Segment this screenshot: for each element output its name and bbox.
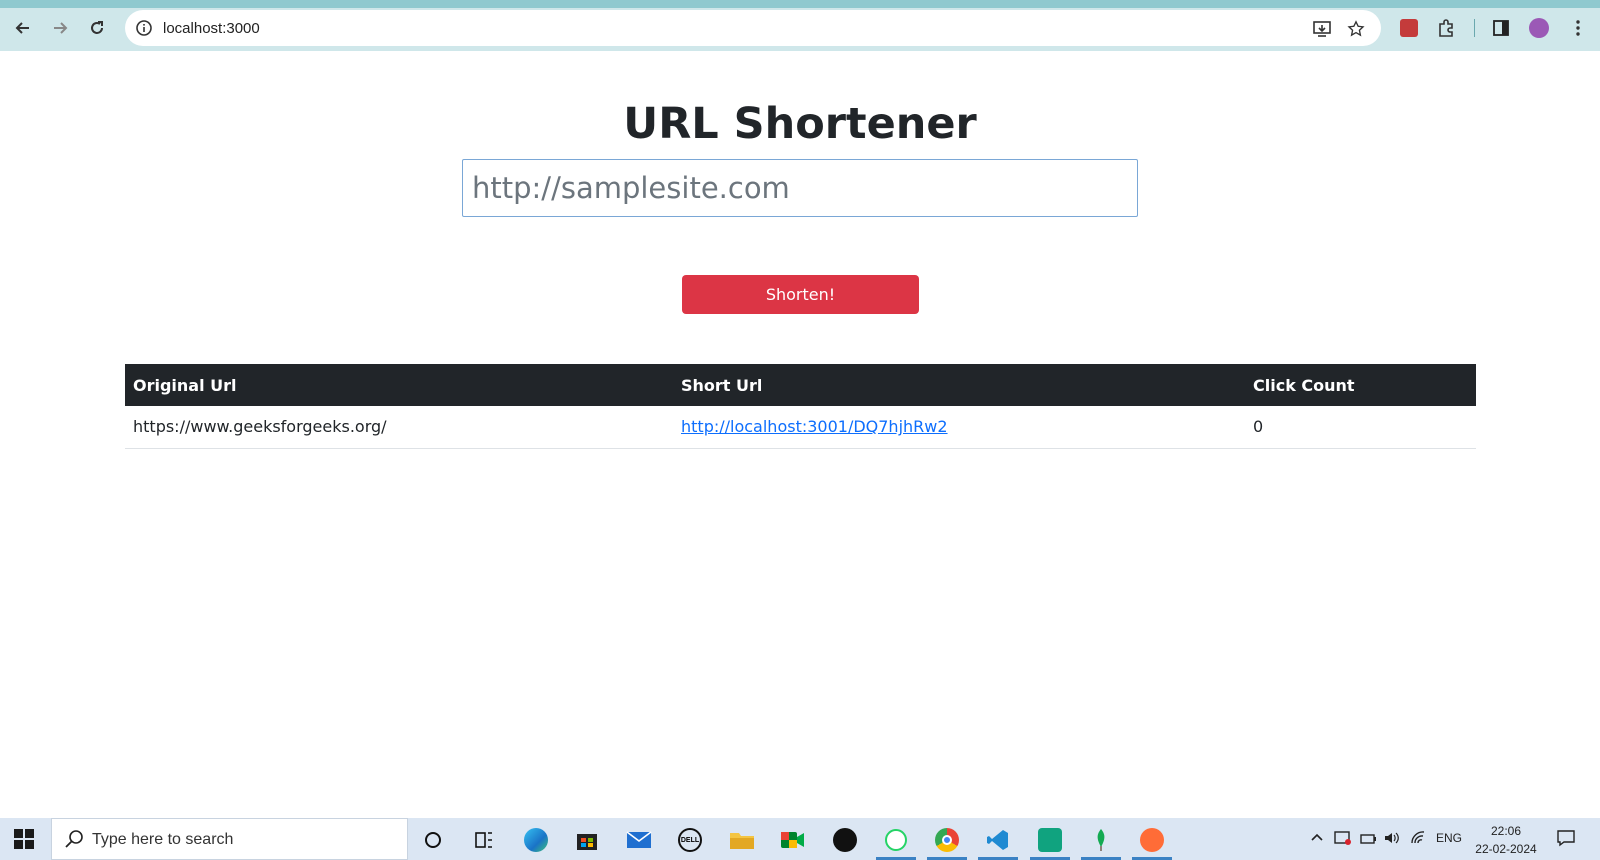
search-icon	[64, 829, 86, 851]
reload-icon[interactable]	[85, 16, 109, 40]
volume-icon[interactable]	[1383, 830, 1401, 849]
table-row: https://www.geeksforgeeks.org/ http://lo…	[125, 406, 1476, 449]
column-header-short-url: Short Url	[673, 364, 1245, 406]
file-explorer-icon[interactable]	[727, 825, 757, 855]
edge-browser-icon[interactable]	[521, 825, 551, 855]
column-header-original-url: Original Url	[125, 364, 673, 406]
address-bar[interactable]: localhost:3000	[125, 10, 1381, 46]
original-url-cell: https://www.geeksforgeeks.org/	[125, 406, 673, 449]
page-content: URL Shortener Shorten! Original Url Shor…	[0, 51, 1600, 818]
chatgpt-icon[interactable]	[1035, 825, 1065, 855]
chrome-icon[interactable]	[932, 825, 962, 855]
wifi-icon[interactable]	[1410, 830, 1428, 849]
url-input[interactable]	[462, 159, 1138, 217]
taskbar: Type here to search DELL ENG 22:06 22-02…	[0, 818, 1600, 860]
page-title: URL Shortener	[623, 99, 977, 149]
dell-icon[interactable]: DELL	[675, 825, 705, 855]
menu-kebab-icon[interactable]	[1566, 16, 1590, 40]
address-url[interactable]: localhost:3000	[163, 20, 260, 37]
system-clock[interactable]: 22:06 22-02-2024	[1468, 822, 1544, 858]
urls-table: Original Url Short Url Click Count https…	[125, 364, 1476, 449]
input-language[interactable]: ENG	[1436, 831, 1462, 845]
forward-arrow-icon[interactable]	[48, 16, 72, 40]
taskbar-search-box[interactable]: Type here to search	[51, 818, 408, 860]
show-hidden-icons-chevron-icon[interactable]	[1310, 830, 1324, 847]
extensions-puzzle-icon[interactable]	[1434, 16, 1458, 40]
battery-icon[interactable]	[1359, 830, 1377, 849]
mongodb-compass-icon[interactable]	[1086, 825, 1116, 855]
column-header-click-count: Click Count	[1245, 364, 1476, 406]
site-info-icon[interactable]	[133, 17, 155, 39]
google-meet-icon[interactable]	[778, 825, 808, 855]
side-panel-icon[interactable]	[1489, 16, 1513, 40]
postman-icon[interactable]	[1137, 825, 1167, 855]
github-icon[interactable]	[830, 825, 860, 855]
cortana-icon[interactable]	[418, 825, 448, 855]
install-app-icon[interactable]	[1311, 18, 1333, 40]
extension-app-icon[interactable]	[1397, 16, 1421, 40]
clock-date: 22-02-2024	[1475, 842, 1537, 856]
shorten-button[interactable]: Shorten!	[682, 275, 919, 314]
taskbar-search-placeholder: Type here to search	[92, 831, 234, 848]
mail-icon[interactable]	[624, 825, 654, 855]
dell-logo-glyph: DELL	[680, 836, 700, 844]
short-url-cell: http://localhost:3001/DQ7hjhRw2	[673, 406, 1245, 449]
task-view-icon[interactable]	[469, 825, 499, 855]
meet-now-icon[interactable]	[1334, 830, 1352, 849]
table-header-row: Original Url Short Url Click Count	[125, 364, 1476, 406]
notifications-icon[interactable]	[1556, 829, 1576, 850]
whatsapp-icon[interactable]	[881, 825, 911, 855]
click-count-cell: 0	[1245, 406, 1476, 449]
short-url-link[interactable]: http://localhost:3001/DQ7hjhRw2	[681, 417, 948, 436]
clock-time: 22:06	[1490, 824, 1522, 838]
profile-avatar[interactable]	[1527, 16, 1551, 40]
windows-start-icon[interactable]	[14, 829, 34, 849]
bookmark-star-icon[interactable]	[1345, 18, 1367, 40]
back-arrow-icon[interactable]	[11, 16, 35, 40]
store-icon[interactable]	[572, 825, 602, 855]
vscode-icon[interactable]	[983, 825, 1013, 855]
browser-toolbar: localhost:3000	[0, 0, 1600, 51]
toolbar-divider	[1474, 19, 1475, 37]
